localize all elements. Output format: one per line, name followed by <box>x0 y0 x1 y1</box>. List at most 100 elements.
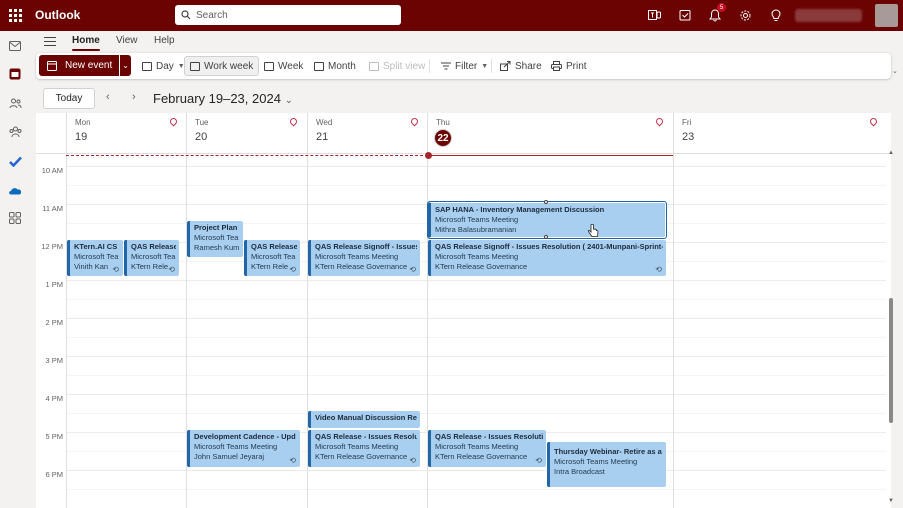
event-location: Microsoft Teams Meeting <box>435 442 519 451</box>
event-organizer: KTern Release Governance <box>315 262 408 271</box>
day-name: Wed <box>316 118 333 127</box>
location-pin-icon[interactable] <box>409 116 420 127</box>
app-rail <box>0 31 30 508</box>
location-pin-icon[interactable] <box>288 116 299 127</box>
resize-handle-top[interactable] <box>544 200 548 204</box>
account-name[interactable] <box>795 9 862 22</box>
mail-icon[interactable] <box>8 39 22 53</box>
calendar-scrollbar[interactable]: ▲ ▼ <box>888 150 894 508</box>
groups-icon[interactable] <box>8 125 22 139</box>
todo-icon[interactable] <box>8 154 22 168</box>
date-range-label: February 19–23, 2024 <box>153 91 281 106</box>
calendar-icon[interactable] <box>8 67 22 81</box>
hour-label: 3 PM <box>45 356 63 365</box>
event-mon-ktern[interactable]: KTern.AI CS Microsoft Tea Vinith Kan ⟲ <box>67 240 123 276</box>
work-week-icon <box>190 61 200 71</box>
next-week-chevron-icon[interactable]: › <box>132 91 136 103</box>
hour-line <box>66 470 886 471</box>
people-icon[interactable] <box>8 96 22 110</box>
scroll-down-icon[interactable]: ▼ <box>888 498 894 504</box>
my-day-icon[interactable] <box>677 7 693 23</box>
event-organizer: Mithra Balasubramanian <box>435 225 517 234</box>
location-pin-icon[interactable] <box>168 116 179 127</box>
event-tue-project-plan[interactable]: Project Plan Microsoft Tea Ramesh Kum <box>187 221 243 257</box>
month-icon <box>314 61 324 71</box>
day-view-button[interactable]: Day ▼ <box>137 57 190 75</box>
location-pin-icon[interactable] <box>654 116 665 127</box>
event-location: Microsoft Teams Meeting <box>554 457 638 466</box>
event-title: QAS Release <box>131 242 176 251</box>
month-view-button[interactable]: Month <box>309 57 361 75</box>
day-header-mon[interactable]: Mon 19 <box>66 113 186 153</box>
week-view-button[interactable]: Week <box>259 57 308 75</box>
today-button[interactable]: Today <box>43 88 95 109</box>
settings-gear-icon[interactable] <box>737 7 753 23</box>
search-icon <box>181 10 191 20</box>
day-header-tue[interactable]: Tue 20 <box>186 113 307 153</box>
onedrive-icon[interactable] <box>8 183 22 197</box>
command-toolbar: New event ⌄ Day ▼ Work week Week Month S… <box>36 53 891 79</box>
event-title: QAS Release - Issues Resolutio <box>435 432 543 441</box>
scrollbar-thumb[interactable] <box>889 298 893 423</box>
event-wed-video-manual[interactable]: Video Manual Discussion Rep <box>308 411 420 428</box>
work-week-view-button[interactable]: Work week <box>184 56 260 76</box>
ribbon-expand-chevron-icon[interactable]: ⌄ <box>892 67 898 75</box>
current-time-line <box>66 155 428 156</box>
day-name: Mon <box>75 118 91 127</box>
tab-help[interactable]: Help <box>154 35 175 46</box>
event-title: Thursday Webinar- Retire as a <box>554 447 662 456</box>
event-tue-qas[interactable]: QAS Release Microsoft Tea KTern Rele ⟲ <box>244 240 300 276</box>
event-organizer: Intra Broadcast <box>554 467 605 476</box>
event-organizer: KTern Release Governance <box>315 452 408 461</box>
previous-week-chevron-icon[interactable]: ‹ <box>106 91 110 103</box>
hour-line <box>66 280 886 281</box>
search-input[interactable]: Search <box>196 10 228 21</box>
more-apps-icon[interactable] <box>8 211 22 225</box>
event-organizer: KTern Release Governance <box>435 262 528 271</box>
tab-home[interactable]: Home <box>72 35 100 51</box>
event-wed-qas-issues[interactable]: QAS Release - Issues Resoluti Microsoft … <box>308 430 420 467</box>
time-grid[interactable]: 10 AM 11 AM 12 PM 1 PM 2 PM 3 PM 4 PM 5 … <box>36 152 891 508</box>
day-header-fri[interactable]: Fri 23 <box>673 113 891 153</box>
print-button[interactable]: Print <box>546 57 592 75</box>
event-thu-qas-signoff[interactable]: QAS Release Signoff - Issues Resolution … <box>428 240 666 276</box>
hour-label: 10 AM <box>41 166 63 175</box>
event-thu-sap-hana[interactable]: SAP HANA - Inventory Management Discussi… <box>427 201 667 239</box>
day-header-thu[interactable]: Thu 22 <box>427 113 673 153</box>
event-organizer: John Samuel Jeyaraj <box>194 452 265 461</box>
bell-icon[interactable]: 5 <box>707 3 726 23</box>
date-range-title[interactable]: February 19–23, 2024 ⌄ <box>153 91 293 106</box>
half-hour-line <box>66 185 886 186</box>
location-pin-icon[interactable] <box>868 116 879 127</box>
lightbulb-icon[interactable] <box>768 7 784 23</box>
event-location: Microsoft Teams Meeting <box>194 442 278 451</box>
share-button[interactable]: Share <box>495 57 547 75</box>
event-mon-qas[interactable]: QAS Release Microsoft Tea KTern Rele ⟲ <box>124 240 179 276</box>
hour-line <box>66 318 886 319</box>
filter-button[interactable]: Filter ▼ <box>436 57 493 75</box>
resize-handle-bottom[interactable] <box>544 235 548 239</box>
event-title: KTern.AI CS <box>74 242 118 251</box>
search-box[interactable]: Search <box>175 5 401 25</box>
event-tue-dev-cadence[interactable]: Development Cadence - Upd Microsoft Team… <box>187 430 300 467</box>
app-name[interactable]: Outlook <box>35 8 80 22</box>
teams-icon[interactable] <box>646 7 662 23</box>
event-thu-qas-issues[interactable]: QAS Release - Issues Resolutio Microsoft… <box>428 430 546 467</box>
new-event-button[interactable]: New event <box>39 55 119 76</box>
share-label: Share <box>515 60 542 72</box>
scroll-up-icon[interactable]: ▲ <box>888 150 894 156</box>
day-divider <box>66 154 67 508</box>
recurring-icon: ⟲ <box>289 265 296 274</box>
app-launcher-icon[interactable] <box>9 9 22 22</box>
split-view-button[interactable]: Split view <box>364 57 430 75</box>
event-wed-qas-signoff[interactable]: QAS Release Signoff - Issues Microsoft T… <box>308 240 420 276</box>
event-location: Microsoft Teams Meeting <box>435 215 519 224</box>
hour-line <box>66 394 886 395</box>
tab-view[interactable]: View <box>116 35 138 46</box>
new-event-dropdown[interactable]: ⌄ <box>120 55 131 76</box>
hamburger-menu-icon[interactable] <box>44 37 56 46</box>
avatar[interactable] <box>875 4 898 27</box>
recurring-icon: ⟲ <box>535 456 542 465</box>
day-header-wed[interactable]: Wed 21 <box>307 113 427 153</box>
event-thu-webinar[interactable]: Thursday Webinar- Retire as a Microsoft … <box>547 442 666 487</box>
